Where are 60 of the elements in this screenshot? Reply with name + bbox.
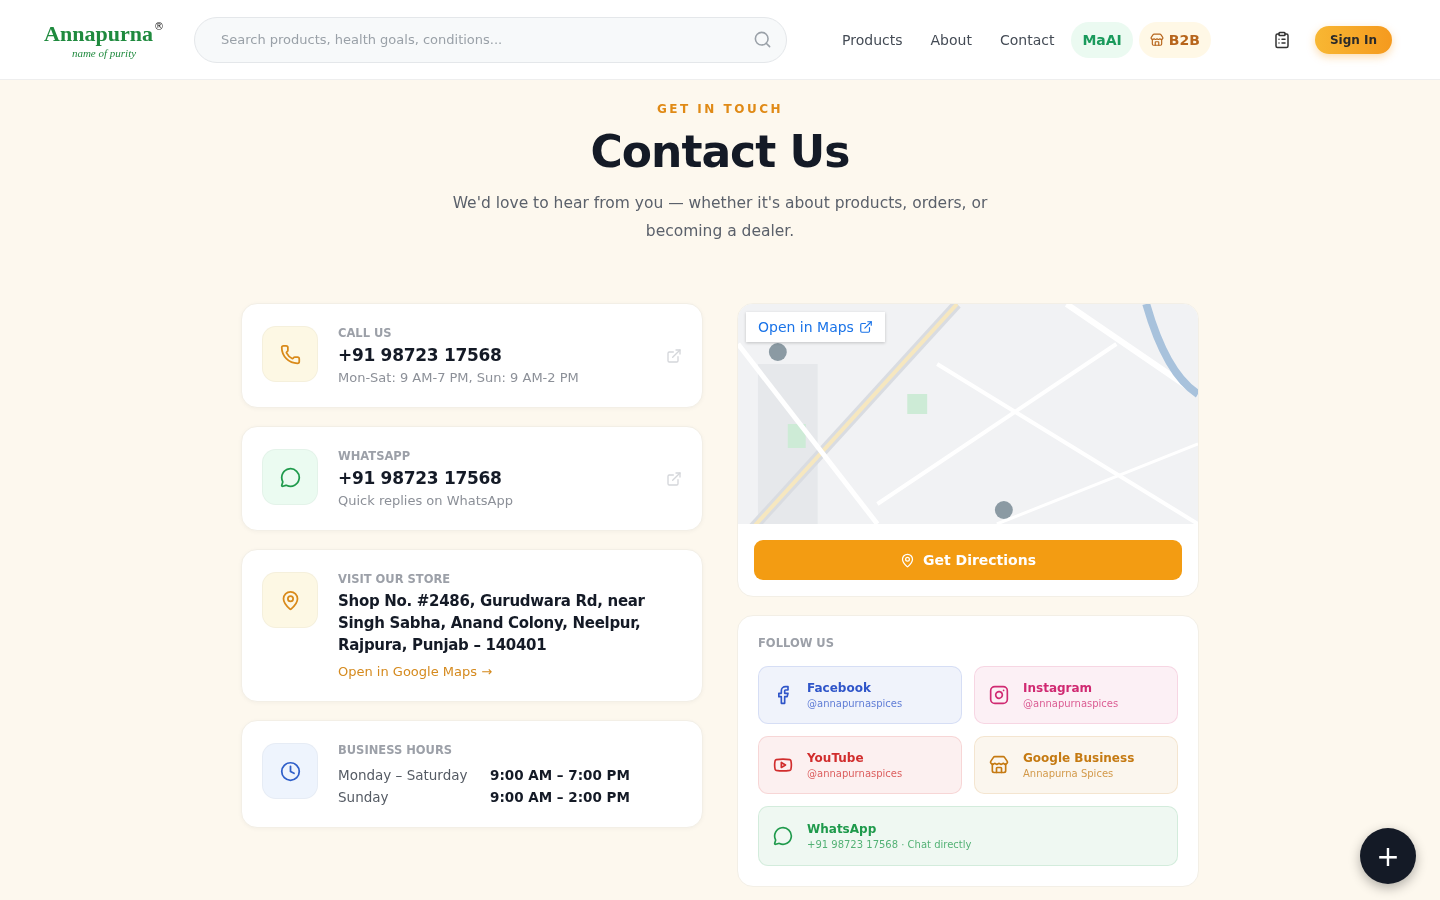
social-name: Facebook	[807, 681, 872, 695]
contact-value: +91 98723 17568	[338, 467, 503, 489]
page-title: Contact Us	[590, 126, 850, 177]
search-icon[interactable]	[753, 30, 773, 49]
social-name: Instagram	[1023, 681, 1094, 695]
nav-link[interactable]: B2B	[1138, 21, 1211, 58]
external-link-icon	[858, 320, 873, 334]
social-name: Google Business	[1023, 751, 1135, 765]
search-field[interactable]: Search products, health goals, conditions...	[219, 31, 754, 48]
storefront-icon	[1149, 32, 1164, 47]
sign-in-button[interactable]: Sign In	[1314, 25, 1392, 54]
social-handle: @annapurnaspices	[807, 768, 903, 779]
card-label: FOLLOW US	[758, 636, 835, 650]
section-eyebrow: GET IN TOUCH	[656, 102, 784, 116]
hours-time: 9:00 AM – 7:00 PM	[490, 767, 631, 783]
external-link-icon[interactable]	[666, 348, 682, 364]
clipboard-icon[interactable]	[1272, 30, 1291, 49]
nav-link[interactable]: Contact	[988, 21, 1066, 58]
social-link[interactable]: YouTube @annapurnaspices	[758, 736, 962, 794]
google-maps-link[interactable]: Open in Google Maps →	[338, 664, 682, 679]
social-name: YouTube	[807, 751, 865, 765]
nav-link[interactable]: Products	[831, 21, 914, 58]
nav-link[interactable]: MaAI	[1071, 21, 1133, 58]
contact-note: Quick replies on WhatsApp	[338, 493, 514, 508]
social-link[interactable]: Google Business Annapurna Spices	[974, 736, 1178, 794]
social-handle: @annapurnaspices	[807, 698, 903, 709]
social-link[interactable]: Facebook @annapurnaspices	[758, 666, 962, 724]
instagram-icon	[989, 685, 1009, 705]
youtube-icon	[773, 755, 793, 775]
add-button[interactable]: +	[1360, 828, 1416, 884]
hours-days: Sunday	[338, 789, 490, 805]
page-subtitle: We'd love to hear from you — whether it's about products, orders, or becoming a dealer.	[451, 193, 989, 242]
nav-link[interactable]: About	[919, 21, 983, 58]
social-link[interactable]: WhatsApp +91 98723 17568 · Chat directly	[758, 806, 1178, 866]
contact-value: Shop No. #2486, Gurudwara Rd, near Singh Sabha, Anand Colony, Neelpur, Rajpura, Punjab – 140401	[338, 591, 646, 656]
location-pin-icon	[262, 572, 318, 628]
registered-mark: ®	[153, 20, 164, 33]
clock-icon	[262, 743, 318, 799]
phone-icon	[262, 326, 318, 382]
contact-value: +91 98723 17568	[338, 344, 503, 366]
contact-note: Mon-Sat: 9 AM-7 PM, Sun: 9 AM-2 PM	[338, 370, 580, 385]
social-link[interactable]: Instagram @annapurnaspices	[974, 666, 1178, 724]
storefront-icon	[989, 755, 1009, 775]
hours-days: Monday – Saturday	[338, 767, 490, 783]
hours-time: 9:00 AM – 2:00 PM	[490, 789, 631, 805]
search-bar[interactable]: Search products, health goals, conditions...	[194, 16, 788, 63]
card-label: VISIT OUR STORE	[338, 572, 452, 586]
social-handle: Annapurna Spices	[1023, 768, 1115, 779]
logo-tagline: name of purity	[71, 46, 137, 59]
social-handle: @annapurnaspices	[1023, 698, 1119, 709]
card-label: BUSINESS HOURS	[338, 743, 454, 757]
chat-bubble-icon	[262, 449, 318, 505]
social-name: WhatsApp	[807, 822, 878, 836]
card-label: WHATSAPP	[338, 449, 412, 463]
logo-wordmark: Annapurna	[44, 20, 153, 47]
open-in-maps-button[interactable]: Open in Maps	[746, 312, 885, 342]
card-label: CALL US	[338, 326, 393, 340]
location-pin-icon	[899, 552, 915, 568]
external-link-icon[interactable]	[666, 471, 682, 487]
social-handle: +91 98723 17568 · Chat directly	[807, 839, 972, 850]
